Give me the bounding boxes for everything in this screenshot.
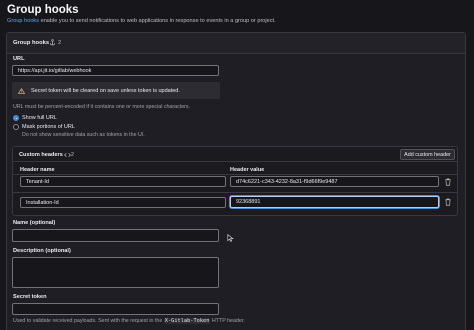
group-hooks-link[interactable]: Group hooks — [7, 18, 39, 24]
mask-url-label: Mask portions of URL — [22, 124, 75, 130]
secret-token-label: Secret token — [13, 294, 47, 300]
url-help-text: URL must be percent-encoded if it contai… — [13, 104, 191, 110]
col-header-name: Header name — [20, 167, 55, 173]
custom-headers-title: Custom headers — [19, 152, 63, 158]
custom-headers-count: 2 — [71, 152, 74, 158]
hooks-count: 2 — [49, 39, 61, 46]
table-divider — [13, 192, 457, 193]
mask-url-help: Do not show sensitive data such as token… — [22, 132, 145, 138]
description-label: Description (optional) — [13, 248, 71, 254]
description-textarea[interactable] — [12, 257, 219, 288]
alert-text: Secret token will be cleared on save unl… — [31, 87, 180, 94]
card-header: Group hooks 2 — [7, 33, 465, 54]
mouse-cursor-icon — [227, 234, 234, 242]
warning-icon — [18, 87, 25, 94]
page-description-text: enable you to send notifications to web … — [39, 18, 276, 24]
page: Group hooks Group hooks enable you to se… — [0, 0, 474, 330]
secret-token-input[interactable] — [12, 303, 219, 315]
header-value-input-2[interactable]: 92368891 — [230, 196, 439, 208]
mask-url-radio[interactable] — [13, 124, 19, 130]
show-full-url-label: Show full URL — [22, 115, 57, 121]
url-input[interactable]: https://api.jit.io/gitlab/webhook — [12, 65, 219, 76]
show-full-url-radio[interactable] — [13, 115, 19, 121]
page-description: Group hooks enable you to send notificat… — [7, 18, 276, 24]
hooks-count-value: 2 — [58, 39, 62, 46]
secret-help-text: Used to validate received payloads. Sent… — [13, 318, 164, 324]
url-label: URL — [13, 56, 25, 62]
col-header-value: Header value — [230, 167, 265, 173]
page-title: Group hooks — [7, 4, 79, 16]
header-value-input-1[interactable]: d74c6221-c343-4232-8a31-f9d66f9e9487 — [230, 176, 439, 187]
trash-icon[interactable] — [445, 178, 451, 186]
add-custom-header-button[interactable]: Add custom header — [400, 149, 455, 160]
custom-headers-header: Custom headers 2 Add custom header — [13, 147, 457, 162]
name-label: Name (optional) — [13, 220, 56, 226]
hook-icon — [50, 39, 55, 46]
custom-headers-card: Custom headers 2 Add custom header Heade… — [12, 146, 458, 216]
secret-token-help: Used to validate received payloads. Sent… — [13, 318, 245, 324]
table-divider — [13, 174, 457, 175]
header-name-input-2[interactable]: Installation-Id — [20, 197, 226, 208]
header-code: X-Gitlab-Token — [163, 318, 211, 324]
secret-token-alert: Secret token will be cleared on save unl… — [12, 82, 220, 99]
trash-icon[interactable] — [445, 198, 451, 206]
header-name-input-1[interactable]: Tenant-Id — [20, 176, 226, 187]
card-title: Group hooks — [13, 40, 50, 46]
code-icon — [64, 153, 71, 157]
name-input[interactable] — [12, 229, 219, 242]
secret-help-text-end: HTTP header. — [210, 318, 245, 324]
